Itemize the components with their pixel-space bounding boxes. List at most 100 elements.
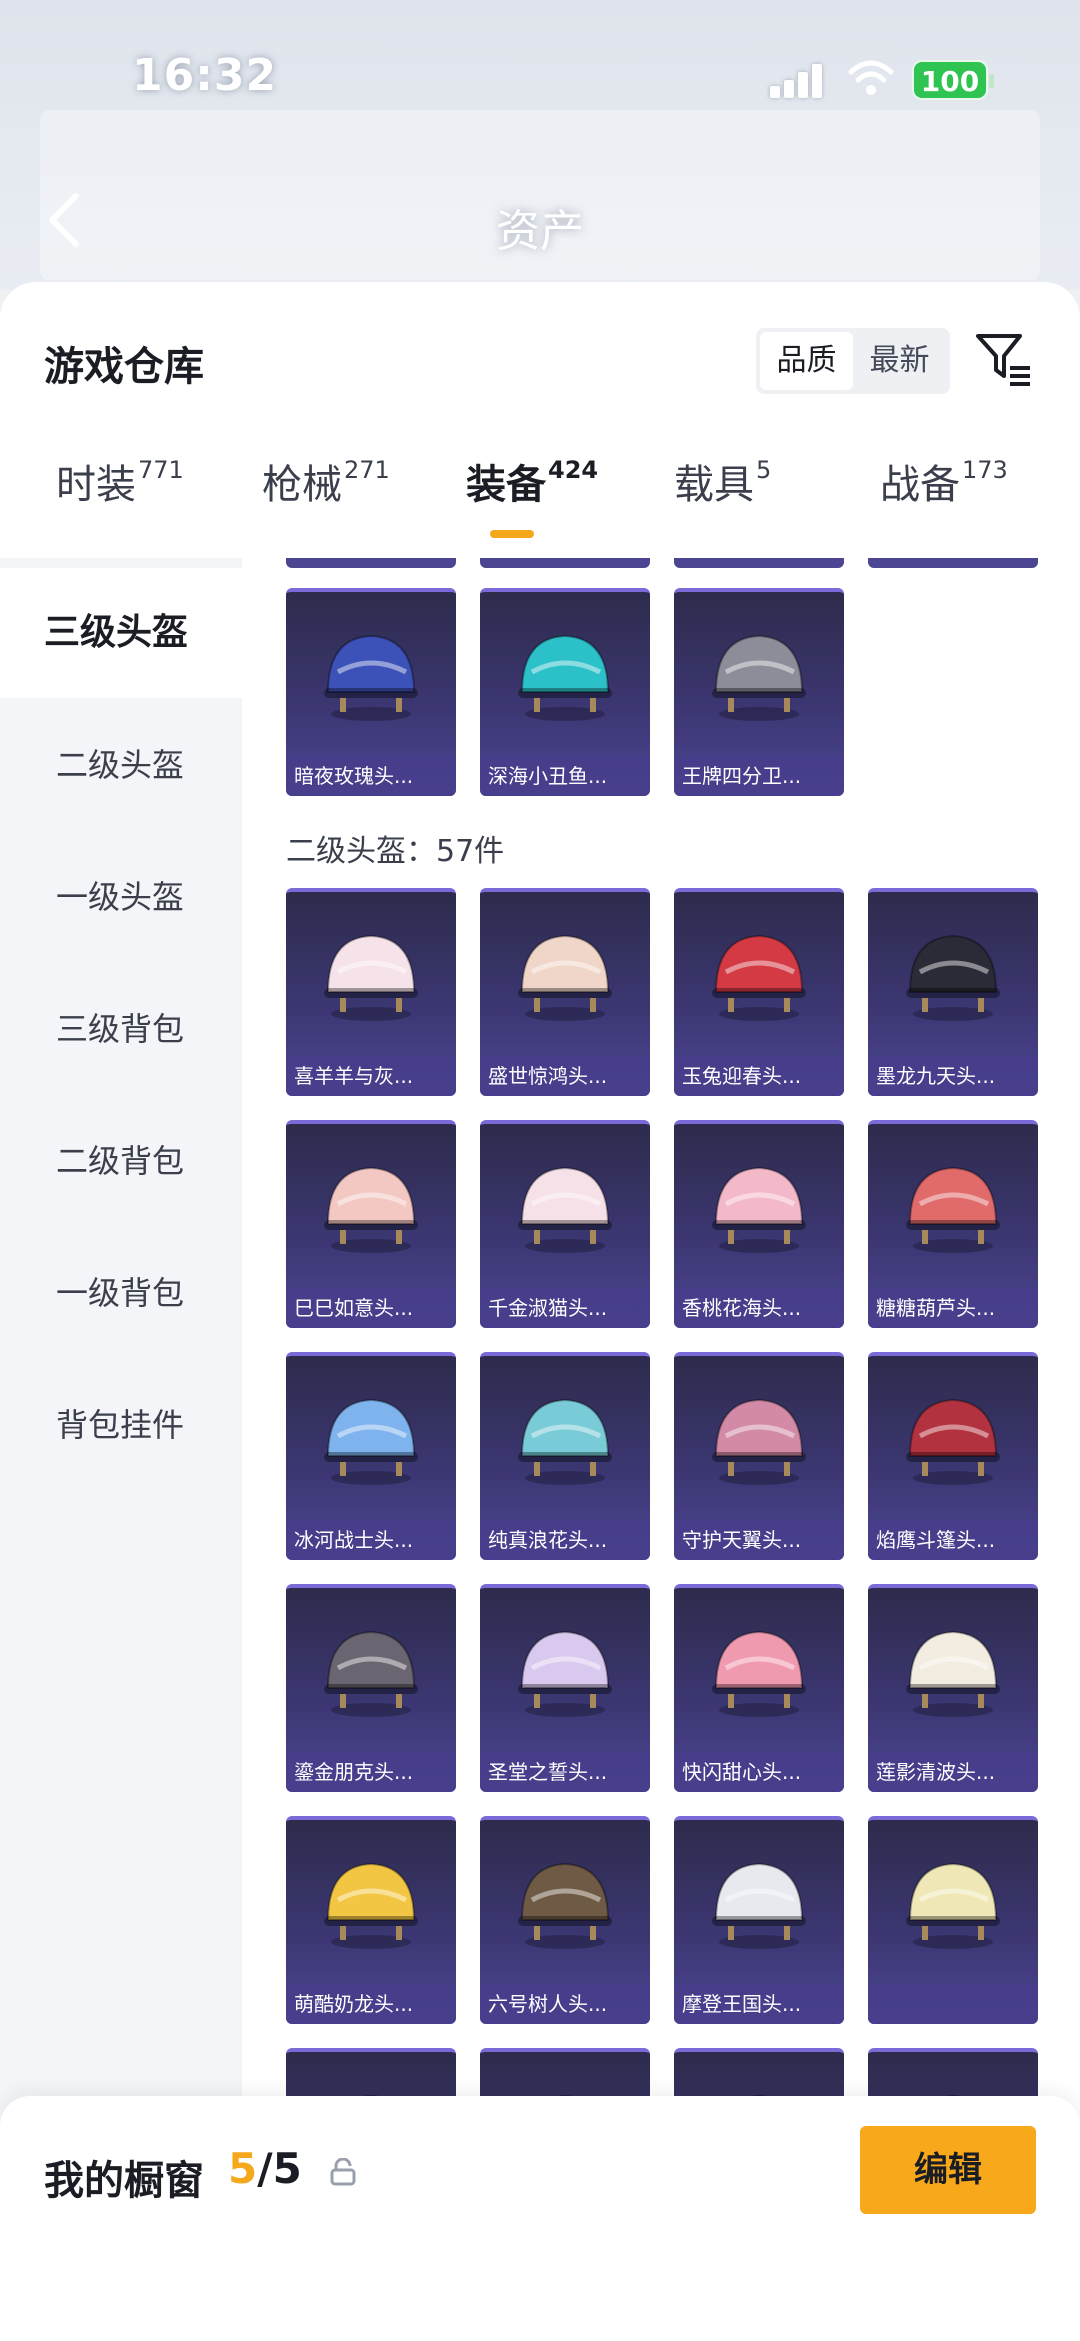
item-card[interactable]: 鎏金朋克头... bbox=[286, 1584, 456, 1792]
active-tab-indicator bbox=[490, 530, 534, 538]
item-card[interactable]: 萌酷奶龙头... bbox=[286, 1816, 456, 2024]
item-name: 王牌四分卫... bbox=[674, 756, 844, 796]
helmet-icon bbox=[898, 1616, 1008, 1726]
item-card[interactable]: 守护天翼头... bbox=[674, 1352, 844, 1560]
item-name: 纯真浪花头... bbox=[480, 1520, 650, 1560]
item-name: 焰鹰斗篷头... bbox=[868, 1520, 1038, 1560]
page-title: 游戏仓库 bbox=[44, 344, 204, 390]
helmet-icon bbox=[510, 1616, 620, 1726]
sort-toggle: 品质 最新 bbox=[756, 328, 950, 394]
sort-newest-button[interactable]: 最新 bbox=[853, 332, 946, 390]
item-card[interactable]: 王牌四分卫... bbox=[674, 588, 844, 796]
item-card[interactable]: 墨龙九天头... bbox=[868, 888, 1038, 1096]
item-card[interactable]: 喜羊羊与灰... bbox=[286, 888, 456, 1096]
item-name: 守护天翼头... bbox=[674, 1520, 844, 1560]
item-name: 香桃花海头... bbox=[674, 1288, 844, 1328]
helmet-icon bbox=[316, 1848, 426, 1958]
helmet-icon bbox=[316, 1616, 426, 1726]
tab-vehicles[interactable]: 载具5 bbox=[674, 452, 771, 542]
sort-quality-button[interactable]: 品质 bbox=[760, 332, 853, 390]
item-name: 糖糖葫芦头... bbox=[868, 1288, 1038, 1328]
partial-card bbox=[480, 558, 650, 568]
item-name: 深海小丑鱼... bbox=[480, 756, 650, 796]
tab-equipment[interactable]: 装备424 bbox=[466, 452, 598, 542]
sidebar-item-level3-helmet[interactable]: 三级头盔 bbox=[0, 568, 242, 698]
helmet-icon bbox=[704, 920, 814, 1030]
helmet-icon bbox=[316, 620, 426, 730]
item-card[interactable]: 盛世惊鸿头... bbox=[480, 888, 650, 1096]
inventory-sheet: 游戏仓库 品质 最新 时装771 枪械271 装备424 载具5 战备173 三… bbox=[0, 282, 1080, 2341]
helmet-icon bbox=[898, 1384, 1008, 1494]
item-card[interactable] bbox=[868, 1816, 1038, 2024]
item-name: 圣堂之誓头... bbox=[480, 1752, 650, 1792]
sidebar-item-level1-helmet[interactable]: 一级头盔 bbox=[0, 832, 242, 962]
status-bar: 16:32 100 bbox=[0, 40, 1080, 120]
item-card[interactable]: 糖糖葫芦头... bbox=[868, 1120, 1038, 1328]
status-time: 16:32 bbox=[132, 50, 278, 101]
battery-indicator: 100 bbox=[912, 60, 994, 100]
tab-guns[interactable]: 枪械271 bbox=[262, 452, 390, 542]
tab-fashion[interactable]: 时装771 bbox=[56, 452, 184, 542]
helmet-icon bbox=[510, 620, 620, 730]
item-card[interactable]: 千金淑猫头... bbox=[480, 1120, 650, 1328]
subcategory-sidebar: 三级头盔 二级头盔 一级头盔 三级背包 二级背包 一级背包 背包挂件 bbox=[0, 558, 242, 2178]
helmet-icon bbox=[898, 1152, 1008, 1262]
nav-title: 资产 bbox=[496, 206, 584, 257]
edit-button[interactable]: 编辑 bbox=[860, 2126, 1036, 2214]
helmet-icon bbox=[704, 1848, 814, 1958]
item-card[interactable]: 香桃花海头... bbox=[674, 1120, 844, 1328]
helmet-icon bbox=[898, 920, 1008, 1030]
item-card[interactable]: 焰鹰斗篷头... bbox=[868, 1352, 1038, 1560]
partial-card bbox=[868, 558, 1038, 568]
sidebar-item-level1-backpack[interactable]: 一级背包 bbox=[0, 1228, 242, 1358]
item-card[interactable]: 暗夜玫瑰头... bbox=[286, 588, 456, 796]
item-card[interactable]: 纯真浪花头... bbox=[480, 1352, 650, 1560]
item-name: 千金淑猫头... bbox=[480, 1288, 650, 1328]
sidebar-item-level3-backpack[interactable]: 三级背包 bbox=[0, 964, 242, 1094]
item-card[interactable]: 巳巳如意头... bbox=[286, 1120, 456, 1328]
helmet-icon bbox=[704, 1384, 814, 1494]
top-header-area: 16:32 100 资产 bbox=[0, 0, 1080, 290]
item-card[interactable]: 深海小丑鱼... bbox=[480, 588, 650, 796]
helmet-icon bbox=[704, 620, 814, 730]
item-card[interactable]: 莲影清波头... bbox=[868, 1584, 1038, 1792]
item-name: 暗夜玫瑰头... bbox=[286, 756, 456, 796]
item-card[interactable]: 圣堂之誓头... bbox=[480, 1584, 650, 1792]
sidebar-item-level2-helmet[interactable]: 二级头盔 bbox=[0, 700, 242, 830]
helmet-icon bbox=[704, 1616, 814, 1726]
category-tabs: 时装771 枪械271 装备424 载具5 战备173 bbox=[0, 452, 1080, 552]
item-card[interactable]: 玉兔迎春头... bbox=[674, 888, 844, 1096]
helmet-icon bbox=[316, 1152, 426, 1262]
filter-icon[interactable] bbox=[974, 328, 1034, 388]
showcase-bar: 我的橱窗 5/5 编辑 bbox=[0, 2096, 1080, 2341]
item-card[interactable]: 冰河战士头... bbox=[286, 1352, 456, 1560]
sidebar-item-level2-backpack[interactable]: 二级背包 bbox=[0, 1096, 242, 1226]
helmet-icon bbox=[898, 1848, 1008, 1958]
item-name: 摩登王国头... bbox=[674, 1984, 844, 2024]
helmet-icon bbox=[510, 1152, 620, 1262]
wifi-icon bbox=[848, 60, 894, 95]
helmet-icon bbox=[704, 1152, 814, 1262]
item-name: 萌酷奶龙头... bbox=[286, 1984, 456, 2024]
section-label-level2: 二级头盔：57件 bbox=[286, 834, 505, 869]
item-name: 巳巳如意头... bbox=[286, 1288, 456, 1328]
item-name: 盛世惊鸿头... bbox=[480, 1056, 650, 1096]
helmet-icon bbox=[316, 920, 426, 1030]
item-card[interactable]: 六号树人头... bbox=[480, 1816, 650, 2024]
item-card[interactable]: 摩登王国头... bbox=[674, 1816, 844, 2024]
helmet-icon bbox=[510, 1848, 620, 1958]
item-name: 莲影清波头... bbox=[868, 1752, 1038, 1792]
helmet-icon bbox=[510, 1384, 620, 1494]
item-name: 喜羊羊与灰... bbox=[286, 1056, 456, 1096]
item-name bbox=[868, 1984, 1038, 2024]
tab-supplies[interactable]: 战备173 bbox=[880, 452, 1008, 542]
helmet-icon bbox=[510, 920, 620, 1030]
partial-card bbox=[286, 558, 456, 568]
lock-icon bbox=[330, 2158, 356, 2186]
showcase-title: 我的橱窗 bbox=[44, 2158, 204, 2204]
item-name: 冰河战士头... bbox=[286, 1520, 456, 1560]
signal-icon bbox=[770, 62, 830, 98]
item-name: 快闪甜心头... bbox=[674, 1752, 844, 1792]
sidebar-item-backpack-charm[interactable]: 背包挂件 bbox=[0, 1360, 242, 1490]
item-card[interactable]: 快闪甜心头... bbox=[674, 1584, 844, 1792]
